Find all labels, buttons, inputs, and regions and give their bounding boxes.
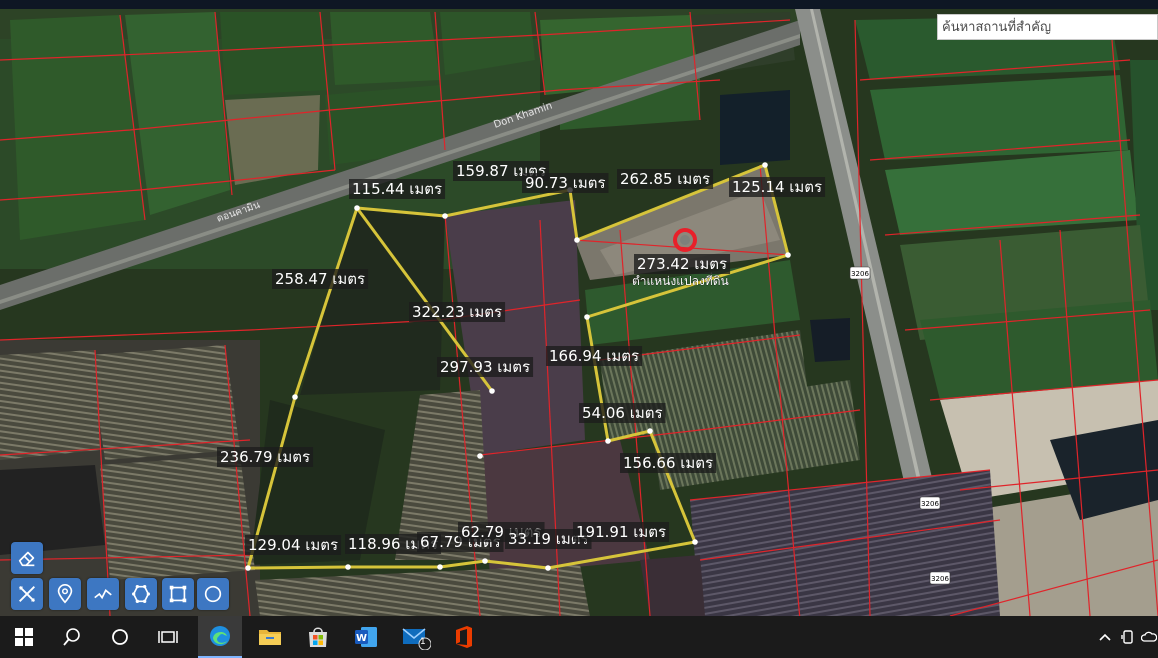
route-badge: 3206 [919, 496, 941, 510]
folder-icon [259, 630, 281, 645]
svg-text:236.79 เมตร: 236.79 เมตร [220, 448, 310, 466]
line-tool[interactable] [87, 578, 119, 610]
measurement-label: 156.66 เมตร [620, 453, 717, 473]
store-icon [309, 627, 327, 647]
measurement-label: 273.42 เมตร [634, 254, 731, 274]
search-icon [63, 628, 80, 646]
eraser-icon [18, 551, 35, 567]
eraser-tool[interactable] [11, 542, 43, 574]
polygon-tool[interactable] [125, 578, 157, 610]
mail-badge: 1 [420, 637, 426, 647]
pin-tool[interactable] [49, 578, 81, 610]
circle-icon [204, 585, 222, 603]
task-view-button[interactable] [152, 616, 184, 658]
search-input[interactable] [937, 14, 1158, 40]
svg-text:191.91 เมตร: 191.91 เมตร [576, 523, 666, 541]
word-app[interactable]: W [346, 616, 386, 658]
route-badge: 3206 [849, 266, 871, 280]
measurement-label: 191.91 เมตร [573, 522, 670, 542]
location-pin-icon [57, 584, 73, 604]
search-button[interactable] [56, 616, 88, 658]
svg-text:90.73 เมตร: 90.73 เมตร [525, 174, 606, 192]
rectangle-tool[interactable] [162, 578, 194, 610]
measurement-label: 258.47 เมตร [272, 269, 369, 289]
route-badge: 3206 [929, 571, 951, 585]
rectangle-icon [169, 585, 187, 603]
svg-text:166.94 เมตร: 166.94 เมตร [549, 347, 639, 365]
edge-icon [210, 626, 230, 646]
cloud-icon [1141, 631, 1157, 642]
onedrive-tray-button[interactable] [1140, 616, 1158, 658]
chevron-up-icon [1099, 633, 1111, 641]
svg-text:125.14 เมตร: 125.14 เมตร [732, 178, 822, 196]
ruler-icon [19, 586, 35, 602]
marker-caption: ตำแหน่งแปลงที่ดิน [632, 272, 729, 288]
measurement-label: 322.23 เมตร [409, 302, 506, 322]
svg-text:3206: 3206 [851, 270, 869, 278]
polyline-icon [94, 589, 112, 600]
svg-text:3206: 3206 [931, 575, 949, 583]
svg-text:3206: 3206 [921, 500, 939, 508]
svg-text:258.47 เมตร: 258.47 เมตร [275, 270, 365, 288]
start-button[interactable] [8, 616, 40, 658]
window-top-bar [0, 0, 1158, 9]
mail-icon [402, 628, 431, 650]
task-view-icon [158, 631, 178, 643]
measurement-label: 54.06 เมตร [579, 403, 666, 423]
show-hidden-icons-button[interactable] [1094, 616, 1116, 658]
cortana-icon [112, 629, 128, 645]
svg-text:156.66 เมตร: 156.66 เมตร [623, 454, 713, 472]
windows-logo-icon [15, 628, 33, 646]
measurement-label: 297.93 เมตร [437, 357, 534, 377]
measurement-label: 236.79 เมตร [217, 447, 314, 467]
file-explorer-app[interactable] [250, 616, 290, 658]
device-icon [1121, 630, 1133, 644]
satellite-map[interactable]: Don Khamin ดอนคามิน 3206 3206 3206 ตำแหน… [0, 9, 1158, 616]
svg-text:262.85 เมตร: 262.85 เมตร [620, 170, 710, 188]
store-app[interactable] [298, 616, 338, 658]
mail-app[interactable]: 1 [394, 616, 438, 658]
measurement-label: 115.44 เมตร [349, 179, 446, 199]
device-tray-button[interactable] [1118, 616, 1138, 658]
word-icon: W [355, 627, 377, 647]
measurement-label: 125.14 เมตร [729, 177, 826, 197]
edge-app[interactable] [198, 616, 242, 658]
polygon-icon [132, 585, 150, 603]
svg-text:W: W [356, 633, 367, 644]
svg-text:115.44 เมตร: 115.44 เมตร [352, 180, 442, 198]
cortana-button[interactable] [104, 616, 136, 658]
taskbar: W 1 [0, 616, 1158, 658]
svg-text:129.04 เมตร: 129.04 เมตร [248, 536, 338, 554]
measurement-label: 262.85 เมตร [617, 169, 714, 189]
svg-text:273.42 เมตร: 273.42 เมตร [637, 255, 727, 273]
office-app[interactable] [444, 616, 484, 658]
ruler-tool[interactable] [11, 578, 43, 610]
svg-text:54.06 เมตร: 54.06 เมตร [582, 404, 663, 422]
measurement-label: 129.04 เมตร [245, 535, 342, 555]
measurement-label: 166.94 เมตร [546, 346, 643, 366]
measurement-label: 90.73 เมตร [522, 173, 609, 193]
office-icon [456, 626, 472, 648]
svg-text:322.23 เมตร: 322.23 เมตร [412, 303, 502, 321]
circle-tool[interactable] [197, 578, 229, 610]
svg-text:297.93 เมตร: 297.93 เมตร [440, 358, 530, 376]
